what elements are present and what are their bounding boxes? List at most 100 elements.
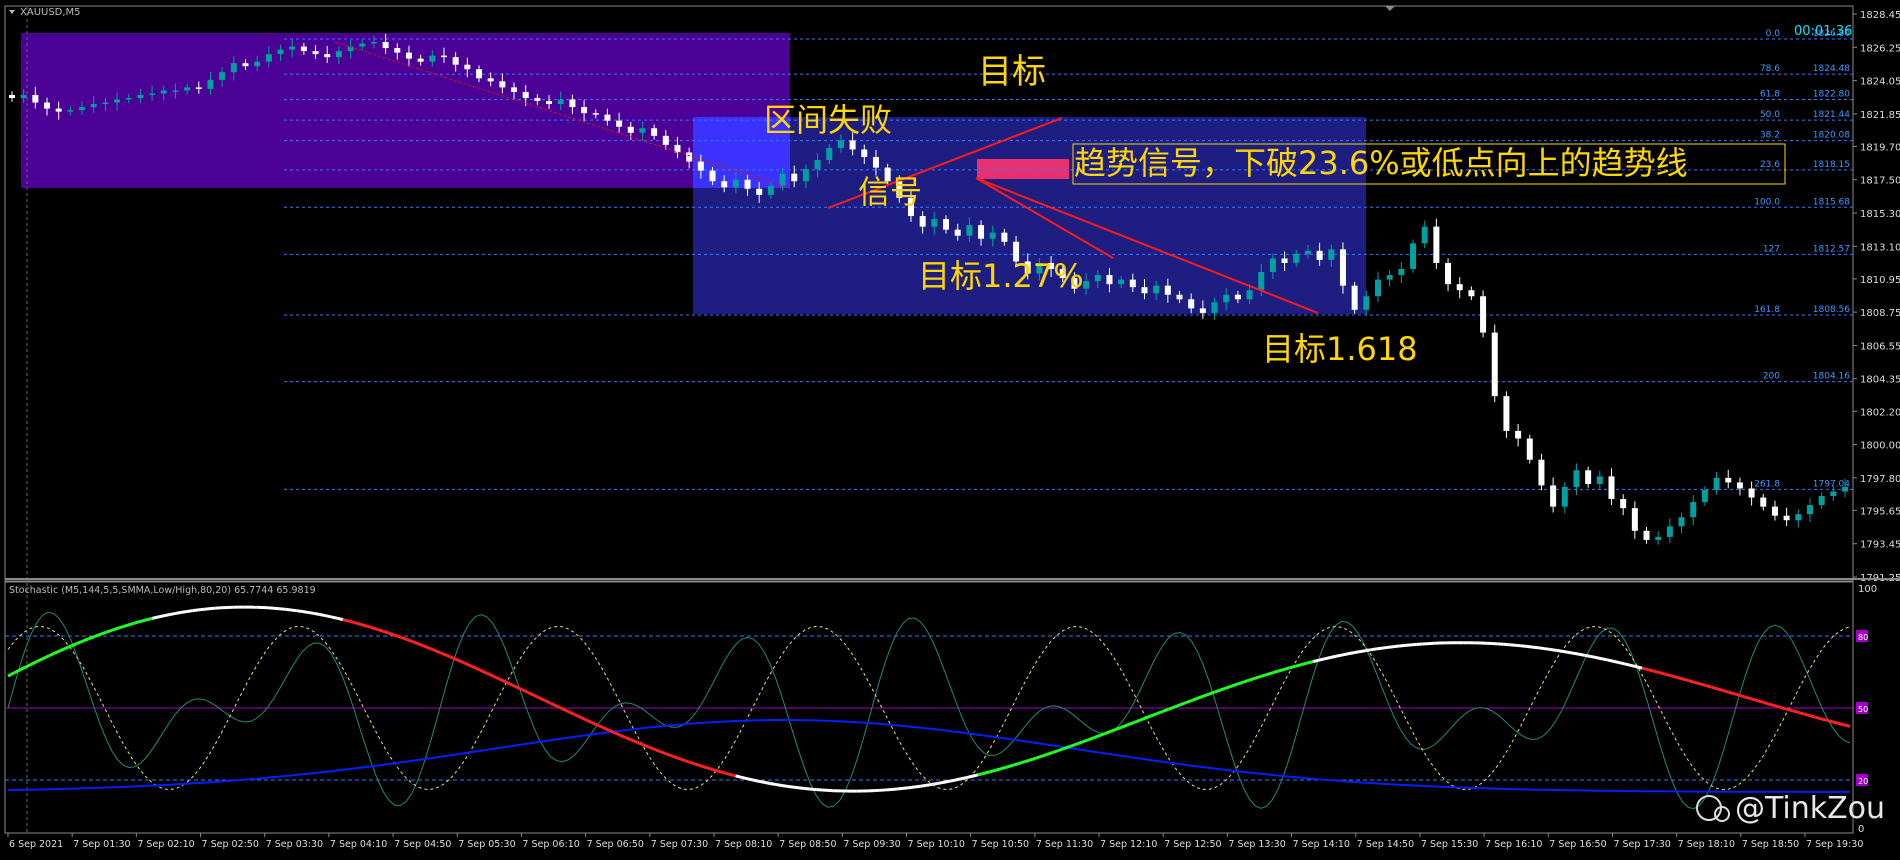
stoch-main-segment: [170, 613, 176, 614]
time-axis-label: 7 Sep 03:30: [266, 839, 323, 850]
stoch-main-segment: [741, 777, 747, 778]
stoch-main-segment: [1180, 703, 1186, 705]
candle-body: [1562, 487, 1568, 507]
stoch-main-segment: [799, 788, 805, 789]
stoch-main-segment: [1325, 658, 1331, 659]
candle-body: [1340, 249, 1346, 285]
stoch-main-segment: [291, 610, 297, 611]
candle-body: [383, 42, 389, 48]
time-axis-label: 7 Sep 16:50: [1549, 839, 1606, 850]
stoch-main-segment: [730, 774, 736, 776]
candle-body: [1468, 290, 1474, 296]
stoch-main-segment: [1013, 764, 1019, 766]
candle-body: [1188, 299, 1194, 308]
price-axis-label: 1800.00: [1860, 441, 1900, 452]
stoch-main-segment: [1573, 653, 1579, 654]
candle-body: [639, 128, 645, 133]
stoch-main-segment: [395, 635, 401, 637]
stoch-main-segment: [1336, 655, 1342, 656]
stoch-main-segment: [1763, 702, 1769, 704]
stoch-main-segment: [302, 612, 308, 613]
fib-ratio-label: 78.6: [1760, 64, 1780, 74]
zone-purple: [21, 33, 790, 188]
stoch-main-segment: [1735, 694, 1741, 696]
stoch-main-segment: [1076, 742, 1082, 744]
stoch-main-segment: [1365, 650, 1371, 651]
trading-chart[interactable]: XAUUSD,M5 0.01826.8078.61824.4861.81822.…: [0, 0, 1900, 856]
stoch-main-segment: [649, 747, 655, 749]
price-axis-label: 1795.65: [1860, 506, 1900, 517]
stoch-main-segment: [1711, 687, 1717, 689]
candle-body: [1457, 284, 1463, 290]
candle-body: [1153, 286, 1159, 294]
stoch-main-segment: [1036, 756, 1042, 758]
stoch-main-segment: [972, 775, 978, 776]
candle-body: [102, 103, 108, 105]
price-axis-label: 1819.70: [1860, 142, 1900, 153]
fib-ratio-label: 38.2: [1760, 131, 1780, 141]
stoch-main-segment: [1163, 709, 1169, 711]
time-axis-label: 7 Sep 08:10: [715, 839, 772, 850]
price-axis-label: 1828.45: [1860, 10, 1900, 21]
candle-body: [231, 63, 237, 72]
stoch-main-segment: [920, 785, 926, 786]
candle-body: [826, 148, 832, 160]
stoch-main-segment: [135, 621, 141, 623]
price-axis-label: 1808.75: [1860, 308, 1900, 319]
stoch-main-segment: [1186, 700, 1192, 702]
time-axis-label: 7 Sep 12:10: [1100, 839, 1157, 850]
stoch-main-segment: [285, 609, 291, 610]
stoch-main-segment: [1648, 670, 1654, 671]
stoch-main-segment: [1786, 709, 1792, 711]
stoch-main-segment: [724, 773, 730, 775]
stoch-main-segment: [955, 779, 961, 780]
time-axis-label: 7 Sep 18:10: [1678, 839, 1735, 850]
stoch-main-segment: [141, 620, 147, 622]
stoch-main-segment: [1157, 711, 1163, 713]
stoch-main-segment: [1244, 680, 1250, 682]
stoch-main-segment: [1584, 655, 1590, 656]
stoch-main-segment: [1723, 690, 1729, 692]
stoch-main-segment: [95, 634, 101, 636]
stoch-main-segment: [1781, 707, 1787, 709]
candle-body: [581, 107, 587, 113]
stoch-main-segment: [1059, 748, 1065, 750]
candle-body: [1515, 431, 1521, 439]
stoch-main-segment: [1019, 762, 1025, 764]
candle-body: [1503, 396, 1509, 431]
candle-body: [815, 160, 821, 169]
stoch-main-segment: [1688, 681, 1694, 683]
candle-body: [1807, 505, 1813, 514]
stoch-main-segment: [1221, 688, 1227, 690]
stoch-main-segment: [1509, 645, 1515, 646]
stoch-main-segment: [1053, 750, 1059, 752]
chart-canvas[interactable]: XAUUSD,M5 0.01826.8078.61824.4861.81822.…: [0, 0, 1900, 856]
stoch-main-segment: [764, 782, 770, 783]
stoch-main-segment: [1088, 738, 1094, 740]
stoch-main-segment: [1394, 646, 1400, 647]
fib-ratio-label: 200: [1763, 372, 1780, 382]
stoch-main-segment: [389, 633, 395, 635]
candle-body: [1679, 517, 1685, 526]
stoch-main-segment: [1359, 651, 1365, 652]
stoch-main-segment: [147, 618, 153, 619]
stoch-main-segment: [1082, 740, 1088, 742]
stoch-main-segment: [995, 769, 1001, 771]
candle-body: [254, 62, 260, 67]
stoch-main-segment: [1827, 720, 1833, 722]
stoch-main-segment: [424, 646, 430, 648]
candle-body: [1819, 496, 1825, 505]
stoch-level-label: 20: [1858, 777, 1868, 786]
stoch-main-segment: [1659, 673, 1665, 675]
stochastic-label: Stochastic (M5,144,5,5,SMMA,Low/High,80,…: [9, 585, 316, 596]
time-axis-label: 7 Sep 14:10: [1293, 839, 1350, 850]
stoch-level-label: 80: [1858, 633, 1868, 642]
stoch-main-segment: [759, 781, 765, 782]
candle-body: [1293, 254, 1299, 263]
stoch-main-segment: [718, 771, 724, 773]
candle-body: [651, 128, 657, 136]
stoch-main-segment: [1625, 664, 1631, 665]
candle-body: [219, 72, 225, 80]
candle-body: [1749, 488, 1755, 497]
candle-body: [1737, 482, 1743, 488]
